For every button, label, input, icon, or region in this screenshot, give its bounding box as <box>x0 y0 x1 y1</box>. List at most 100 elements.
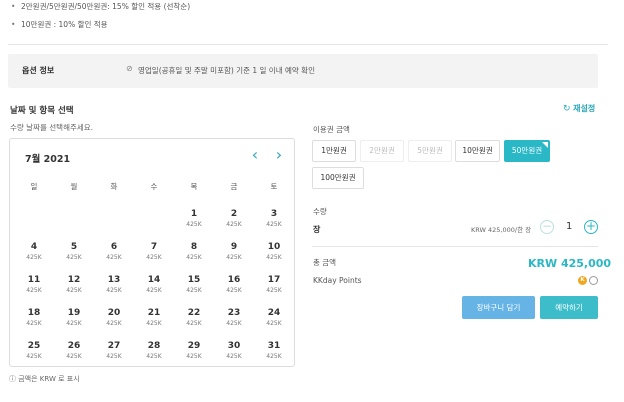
voucher-option[interactable]: 5만원권 <box>408 140 452 162</box>
calendar-day[interactable]: 21 425K <box>134 307 174 337</box>
calendar-day[interactable]: 20 425K <box>94 307 134 337</box>
calendar-day[interactable]: 17 425K <box>254 274 294 304</box>
option-info-title: 옵션 정보 <box>22 66 55 75</box>
calendar-day[interactable]: 10 425K <box>254 241 294 271</box>
day-price: 425K <box>106 254 122 261</box>
calendar-day[interactable]: 18 425K <box>14 307 54 337</box>
day-number: 17 <box>267 275 281 285</box>
day-number: 3 <box>270 209 278 219</box>
calendar-day[interactable]: 23 425K <box>214 307 254 337</box>
calendar-day[interactable]: 22 425K <box>174 307 214 337</box>
calendar-day[interactable]: 26 425K <box>54 340 94 370</box>
calendar-day[interactable]: 30 425K <box>214 340 254 370</box>
reset-label: 재설정 <box>573 104 596 113</box>
weekday-label: 토 <box>270 182 278 191</box>
calendar-day[interactable]: 25 425K <box>14 340 54 370</box>
voucher-option[interactable]: 50만원권 <box>504 140 550 162</box>
quantity-title: 수량 <box>313 207 327 216</box>
calendar-day[interactable]: 12 425K <box>54 274 94 304</box>
quantity-value: 1 <box>566 221 573 232</box>
calendar-day[interactable]: 19 425K <box>54 307 94 337</box>
day-number: 28 <box>147 341 161 351</box>
quantity-minus-button[interactable]: − <box>540 220 554 234</box>
calendar-day[interactable]: 14 425K <box>134 274 174 304</box>
day-number: 21 <box>147 308 161 318</box>
refresh-icon: ↻ <box>563 104 571 114</box>
add-to-cart-button[interactable]: 장바구니 담기 <box>462 296 535 319</box>
day-price: 425K <box>186 287 202 294</box>
quantity-unit: 장 <box>313 225 321 234</box>
points-label: KKday Points <box>313 276 362 285</box>
day-price: 425K <box>266 254 282 261</box>
calendar-day[interactable]: 16 425K <box>214 274 254 304</box>
total-label: 총 금액 <box>313 258 337 267</box>
day-price: 425K <box>106 287 122 294</box>
divider <box>312 246 598 247</box>
calendar-day[interactable]: 15 425K <box>174 274 214 304</box>
day-price: 425K <box>266 221 282 228</box>
day-number: 12 <box>67 275 81 285</box>
option-info-text: 영업일(공휴일 및 주말 미포함) 기준 1 일 이내 예약 확인 <box>138 66 315 75</box>
day-price: 425K <box>266 353 282 360</box>
book-now-button[interactable]: 예약하기 <box>540 296 598 319</box>
weekday-label: 일 <box>30 182 38 191</box>
day-number: 26 <box>67 341 81 351</box>
voucher-option[interactable]: 1만원권 <box>312 140 356 162</box>
points-toggle[interactable] <box>589 276 598 285</box>
day-price: 425K <box>266 287 282 294</box>
calendar-day[interactable]: 2 425K <box>214 208 254 238</box>
day-price: 425K <box>146 320 162 327</box>
day-number: 5 <box>70 242 78 252</box>
calendar-day[interactable]: 24 425K <box>254 307 294 337</box>
calendar-day[interactable]: 6 425K <box>94 241 134 271</box>
calendar-day[interactable]: 29 425K <box>174 340 214 370</box>
calendar-day[interactable]: 1 425K <box>174 208 214 238</box>
weekday-label: 화 <box>110 182 118 191</box>
day-price: 425K <box>66 320 82 327</box>
day-price: 425K <box>226 353 242 360</box>
reset-button[interactable]: ↻ 재설정 <box>563 103 595 114</box>
day-price: 425K <box>266 320 282 327</box>
calendar: 7월 2021 ‹ › 일 월 화 수 목 금 토 1 425K 2 425K 3 425K 4 425K… <box>9 138 295 367</box>
voucher-option[interactable]: 100만원권 <box>312 167 364 189</box>
calendar-day[interactable]: 13 425K <box>94 274 134 304</box>
day-price: 425K <box>66 287 82 294</box>
day-number: 25 <box>27 341 41 351</box>
day-number: 1 <box>190 209 198 219</box>
day-price: 425K <box>186 353 202 360</box>
calendar-day[interactable]: 3 425K <box>254 208 294 238</box>
day-number: 16 <box>227 275 241 285</box>
weekday-label: 목 <box>190 182 198 191</box>
date-section-title: 날짜 및 항목 선택 <box>10 106 74 116</box>
info-icon: ⓘ <box>9 375 16 383</box>
day-number: 7 <box>150 242 158 252</box>
calendar-day[interactable]: 28 425K <box>134 340 174 370</box>
day-price: 425K <box>226 221 242 228</box>
calendar-day[interactable]: 4 425K <box>14 241 54 271</box>
day-number: 23 <box>227 308 241 318</box>
voucher-option[interactable]: 10만원권 <box>455 140 500 162</box>
day-number: 13 <box>107 275 121 285</box>
prev-month-chevron-icon[interactable]: ‹ <box>248 146 262 164</box>
day-price: 425K <box>146 287 162 294</box>
day-number: 15 <box>187 275 201 285</box>
calendar-day[interactable]: 31 425K <box>254 340 294 370</box>
discount-notes: 2만원권/5만원권/50만원권: 15% 할인 적용 (선착순) 10만원권 :… <box>10 0 190 34</box>
day-price: 425K <box>66 353 82 360</box>
day-number: 20 <box>107 308 121 318</box>
day-price: 425K <box>66 254 82 261</box>
note-item: 2만원권/5만원권/50만원권: 15% 할인 적용 (선착순) <box>10 0 190 16</box>
calendar-day[interactable]: 9 425K <box>214 241 254 271</box>
calendar-day[interactable]: 27 425K <box>94 340 134 370</box>
voucher-option[interactable]: 2만원권 <box>360 140 404 162</box>
calendar-day[interactable]: 11 425K <box>14 274 54 304</box>
quantity-plus-button[interactable]: + <box>584 220 598 234</box>
calendar-day[interactable]: 7 425K <box>134 241 174 271</box>
day-number: 22 <box>187 308 201 318</box>
day-number: 4 <box>30 242 38 252</box>
calendar-day[interactable]: 5 425K <box>54 241 94 271</box>
day-price: 425K <box>186 254 202 261</box>
next-month-chevron-icon[interactable]: › <box>272 146 286 164</box>
calendar-day[interactable]: 8 425K <box>174 241 214 271</box>
day-price: 425K <box>146 353 162 360</box>
